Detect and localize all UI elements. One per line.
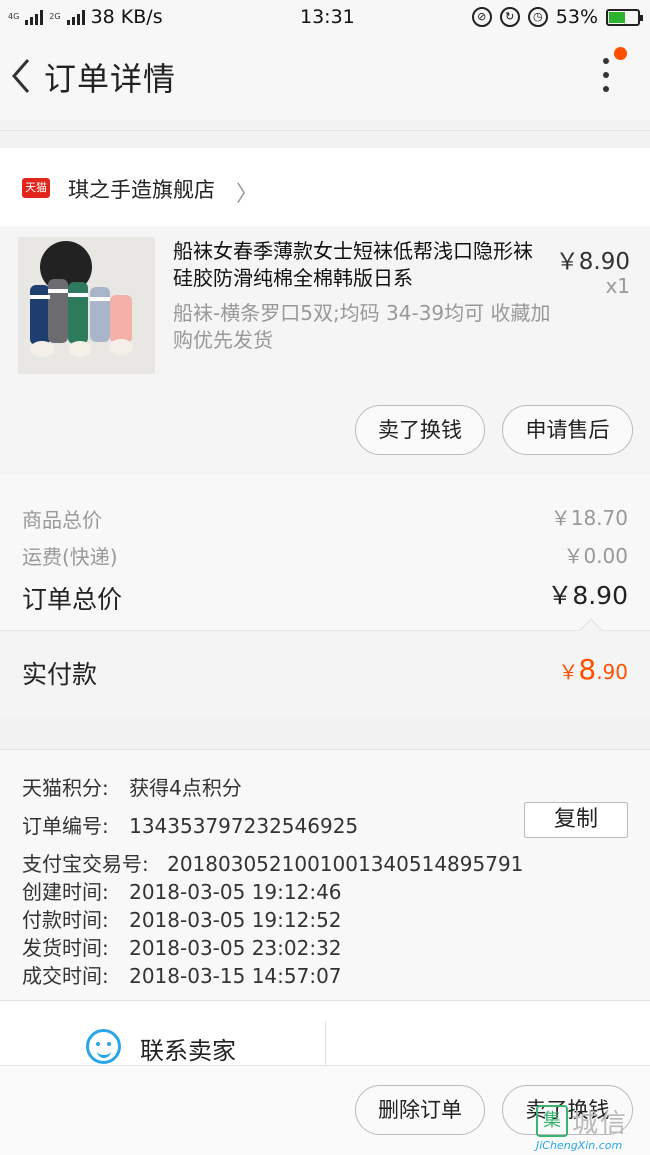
product-quantity: x1 — [605, 274, 630, 298]
paid-time-row: 付款时间: 2018-03-05 19:12:52 — [22, 904, 342, 933]
notification-dot — [614, 47, 627, 60]
page-title: 订单详情 — [44, 60, 177, 98]
network-type-label: 4G — [8, 12, 20, 21]
contact-bar: 联系卖家 — [0, 1001, 650, 1065]
more-menu-icon[interactable] — [598, 58, 614, 98]
order-number-value: 1343537972325469​25 — [129, 814, 359, 838]
shipped-time-label: 发货时间: — [22, 936, 109, 960]
completed-time-value: 2018-03-15 14:57:07 — [129, 964, 342, 988]
section-divider — [0, 130, 650, 148]
created-time-label: 创建时间: — [22, 880, 109, 904]
vertical-divider — [325, 1021, 326, 1065]
status-left: 4G 2G 38 KB/s — [8, 6, 163, 28]
tmall-logo-icon: 天猫 — [22, 178, 50, 198]
after-sale-button[interactable]: 申请售后 — [502, 405, 633, 455]
points-label: 天猫积分: — [22, 776, 109, 800]
product-title[interactable]: 船袜女春季薄款女士短袜低帮浅口隐形袜硅胶防滑纯棉全棉韩版日系 — [173, 238, 551, 292]
actual-payment: 实付款 ￥8.90 — [0, 618, 650, 716]
product-price: ￥8.90 — [555, 249, 630, 275]
order-number-label: 订单编号: — [22, 814, 109, 838]
rotation-lock-icon: ↻ — [499, 7, 520, 27]
clock: 13:31 — [300, 6, 355, 28]
order-total-value: ￥8.90 — [547, 581, 628, 610]
goods-total-label: 商品总价 — [22, 508, 102, 532]
battery-percent: 53% — [555, 6, 598, 28]
product-thumbnail[interactable] — [18, 237, 155, 374]
alipay-row: 支付宝交易号: 2018030521001001340514895791 — [22, 848, 523, 877]
watermark-url: JiChengXin.com — [536, 1139, 623, 1152]
shipped-time-row: 发货时间: 2018-03-05 23:02:32 — [22, 932, 342, 961]
order-number-row: 订单编号: 1343537972325469​25 — [22, 810, 358, 839]
back-arrow-icon[interactable] — [8, 56, 38, 96]
actual-payment-label: 实付款 — [22, 660, 98, 689]
amount-integer: 8 — [578, 653, 597, 686]
battery-icon — [606, 8, 643, 26]
amount-decimal: .90 — [596, 660, 628, 684]
price-summary: 商品总价 ￥18.70 运费(快递) ￥0.00 订单总价 ￥8.90 — [0, 474, 650, 630]
created-time-value: 2018-03-05 19:12:46 — [129, 880, 342, 904]
currency-symbol: ￥ — [558, 660, 579, 684]
paid-time-value: 2018-03-05 19:12:52 — [129, 908, 342, 932]
order-item[interactable]: 船袜女春季薄款女士短袜低帮浅口隐形袜硅胶防滑纯棉全棉韩版日系 ￥8.90 x1 … — [0, 226, 650, 474]
nav-bar: 订单详情 — [0, 34, 650, 120]
delete-order-button[interactable]: 删除订单 — [355, 1085, 485, 1135]
order-total-label: 订单总价 — [22, 585, 123, 614]
status-bar: 4G 2G 38 KB/s 13:31 ⊘ ↻ ◷ 53% — [0, 0, 650, 34]
points-row: 天猫积分: 获得4点积分 — [22, 772, 242, 801]
watermark-text: 城信 — [572, 1109, 629, 1139]
smiley-chat-icon — [86, 1029, 121, 1064]
network-speed: 38 KB/s — [90, 6, 163, 28]
signal-icon — [25, 9, 44, 25]
shipped-time-value: 2018-03-05 23:02:32 — [129, 936, 342, 960]
goods-total-value: ￥18.70 — [550, 506, 628, 530]
chevron-right-icon: 〉 — [236, 182, 259, 207]
completed-time-label: 成交时间: — [22, 964, 109, 988]
product-sku: 船袜-横条罗口5双;均码 34-39均可 收藏加购优先发货 — [173, 301, 551, 352]
contact-seller-label: 联系卖家 — [140, 1037, 236, 1065]
shop-name: 琪之手造旗舰店 — [68, 178, 215, 202]
alipay-value: 2018030521001001340514895791 — [167, 852, 524, 876]
status-right: ⊘ ↻ ◷ 53% — [471, 6, 643, 28]
created-time-row: 创建时间: 2018-03-05 19:12:46 — [22, 876, 342, 905]
copy-button[interactable]: 复制 — [524, 802, 628, 838]
alarm-icon: ◷ — [527, 7, 548, 27]
signal-2-icon — [66, 9, 85, 25]
shipping-value: ￥0.00 — [563, 544, 628, 568]
mute-icon: ⊘ — [471, 7, 492, 27]
paid-time-label: 付款时间: — [22, 908, 109, 932]
order-info: 天猫积分: 获得4点积分 订单编号: 1343537972325469​25 复… — [0, 749, 650, 1001]
alipay-label: 支付宝交易号: — [22, 852, 149, 876]
actual-payment-value: ￥8.90 — [558, 653, 628, 686]
watermark-logo-icon: 集 — [536, 1105, 568, 1137]
watermark: 集 城信 JiChengXin.com — [536, 1103, 646, 1153]
shipping-label: 运费(快递) — [22, 545, 118, 569]
shop-row[interactable]: 天猫 琪之手造旗舰店 〉 — [0, 148, 650, 226]
network-type-2-label: 2G — [49, 12, 61, 21]
points-value: 获得4点积分 — [129, 776, 242, 800]
completed-time-row: 成交时间: 2018-03-15 14:57:07 — [22, 960, 342, 989]
sell-button[interactable]: 卖了换钱 — [355, 405, 485, 455]
